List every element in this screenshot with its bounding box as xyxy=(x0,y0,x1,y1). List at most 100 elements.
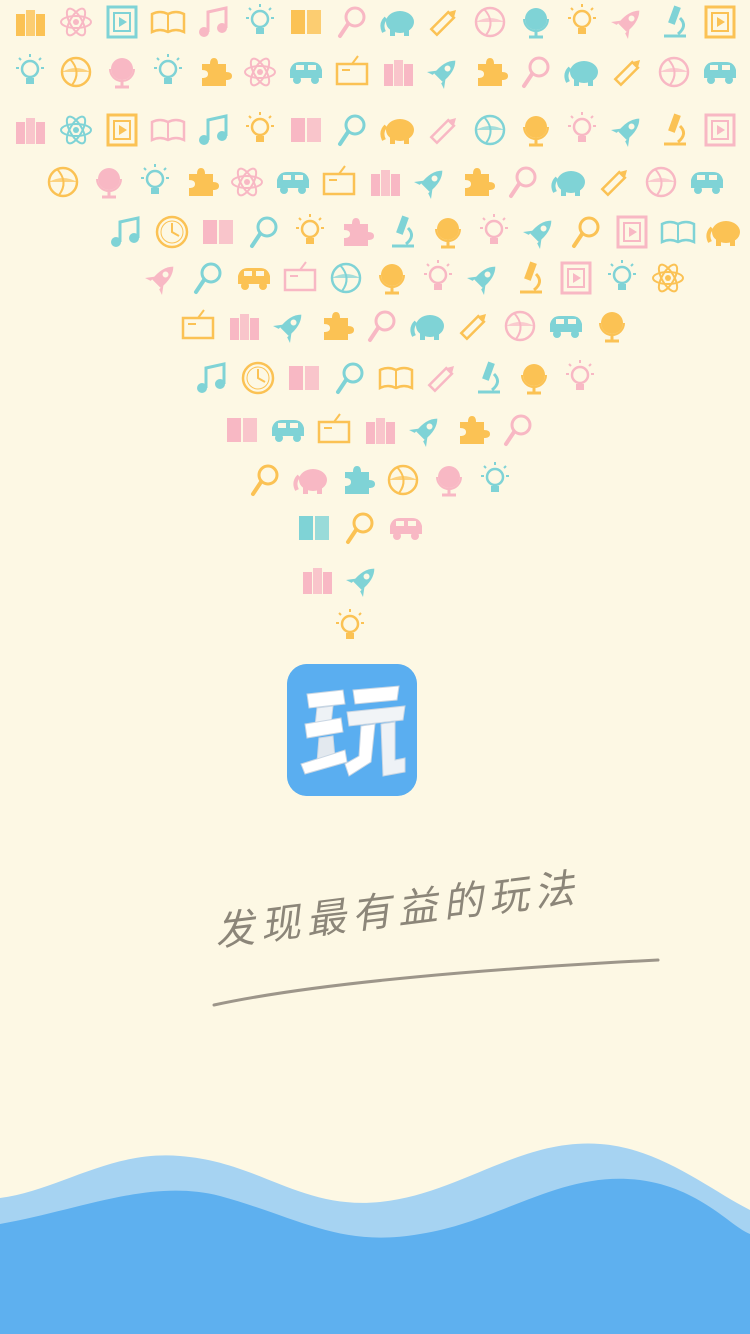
microscope-icon xyxy=(382,212,422,252)
magnifier-icon xyxy=(330,358,370,398)
music-note-icon xyxy=(194,110,234,150)
car-icon xyxy=(234,258,274,298)
book-icon xyxy=(284,358,324,398)
music-note-icon xyxy=(192,358,232,398)
bulb-icon xyxy=(10,52,50,92)
film-icon xyxy=(102,110,142,150)
clock-icon xyxy=(152,212,192,252)
bulb-icon xyxy=(240,2,280,42)
film-icon xyxy=(102,2,142,42)
car-icon xyxy=(700,52,740,92)
pencil-icon xyxy=(454,306,494,346)
book-icon xyxy=(198,212,238,252)
clock-icon xyxy=(238,358,278,398)
bottom-wave-decoration xyxy=(0,1143,750,1334)
music-note-icon xyxy=(106,212,146,252)
globe-icon xyxy=(102,52,142,92)
decorative-icon-pattern xyxy=(0,0,750,660)
atom-icon xyxy=(56,110,96,150)
rocket-icon xyxy=(270,306,310,346)
book-icon xyxy=(286,110,326,150)
books-icon xyxy=(378,52,418,92)
open-book-icon xyxy=(658,212,698,252)
ball-icon xyxy=(500,306,540,346)
rocket-icon xyxy=(142,258,182,298)
rocket-icon xyxy=(411,162,451,202)
elephant-icon xyxy=(378,2,418,42)
ball-icon xyxy=(470,110,510,150)
books-icon xyxy=(297,560,337,600)
puzzle-icon xyxy=(316,306,356,346)
globe-icon xyxy=(516,110,556,150)
bulb-icon xyxy=(475,460,515,500)
puzzle-icon xyxy=(336,212,376,252)
car-icon xyxy=(286,52,326,92)
film-icon xyxy=(612,212,652,252)
magnifier-icon xyxy=(340,508,380,548)
pencil-icon xyxy=(424,2,464,42)
rocket-icon xyxy=(464,258,504,298)
ball-icon xyxy=(383,460,423,500)
rocket-icon xyxy=(520,212,560,252)
microscope-icon xyxy=(654,2,694,42)
open-book-icon xyxy=(148,2,188,42)
microscope-icon xyxy=(654,110,694,150)
elephant-icon xyxy=(291,460,331,500)
globe-icon xyxy=(428,212,468,252)
bulb-icon xyxy=(560,358,600,398)
elephant-icon xyxy=(549,162,589,202)
puzzle-icon xyxy=(457,162,497,202)
film-icon xyxy=(700,2,740,42)
board-icon xyxy=(178,306,218,346)
books-icon xyxy=(224,306,264,346)
film-icon xyxy=(700,110,740,150)
music-note-icon xyxy=(194,2,234,42)
books-icon xyxy=(360,410,400,450)
globe-icon xyxy=(429,460,469,500)
ball-icon xyxy=(654,52,694,92)
atom-icon xyxy=(56,2,96,42)
globe-icon xyxy=(372,258,412,298)
bulb-icon xyxy=(562,2,602,42)
elephant-icon xyxy=(378,110,418,150)
rocket-icon xyxy=(343,560,383,600)
film-icon xyxy=(556,258,596,298)
magnifier-icon xyxy=(498,410,538,450)
bulb-icon xyxy=(562,110,602,150)
pencil-icon xyxy=(595,162,635,202)
puzzle-icon xyxy=(194,52,234,92)
tagline: 发现最有益的玩法 xyxy=(200,865,680,1030)
magnifier-icon xyxy=(332,110,372,150)
elephant-icon xyxy=(408,306,448,346)
magnifier-icon xyxy=(516,52,556,92)
board-icon xyxy=(280,258,320,298)
rocket-icon xyxy=(406,410,446,450)
globe-icon xyxy=(592,306,632,346)
car-icon xyxy=(273,162,313,202)
open-book-icon xyxy=(376,358,416,398)
globe-icon xyxy=(516,2,556,42)
pencil-icon xyxy=(422,358,462,398)
puzzle-icon xyxy=(470,52,510,92)
bulb-icon xyxy=(290,212,330,252)
elephant-icon xyxy=(704,212,744,252)
globe-icon xyxy=(89,162,129,202)
microscope-icon xyxy=(510,258,550,298)
ball-icon xyxy=(326,258,366,298)
bulb-icon xyxy=(148,52,188,92)
ball-icon xyxy=(56,52,96,92)
ball-icon xyxy=(43,162,83,202)
magnifier-icon xyxy=(245,460,285,500)
tagline-underline xyxy=(212,958,660,1007)
bulb-icon xyxy=(474,212,514,252)
magnifier-icon xyxy=(503,162,543,202)
board-icon xyxy=(314,410,354,450)
app-logo-icon xyxy=(287,664,417,796)
ball-icon xyxy=(641,162,681,202)
board-icon xyxy=(332,52,372,92)
magnifier-icon xyxy=(362,306,402,346)
bulb-icon xyxy=(602,258,642,298)
pencil-icon xyxy=(424,110,464,150)
microscope-icon xyxy=(468,358,508,398)
car-icon xyxy=(687,162,727,202)
